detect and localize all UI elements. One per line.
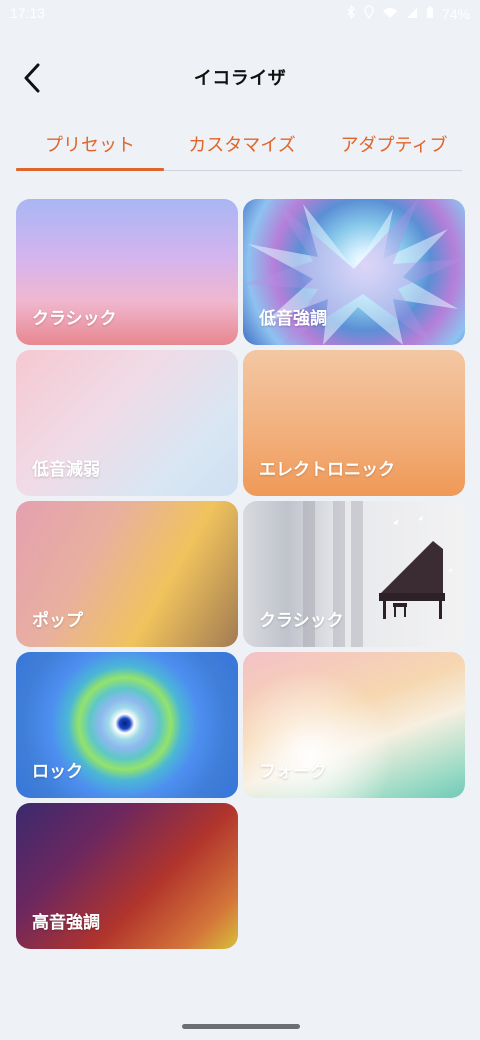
preset-card-bass-reduce[interactable]: 低音減弱 [16, 350, 238, 496]
preset-card-electronic[interactable]: エレクトロニック [243, 350, 465, 496]
tab-customize[interactable]: カスタマイズ [168, 120, 316, 168]
preset-label: クラシック [32, 309, 117, 329]
preset-label: 低音強調 [259, 309, 327, 329]
preset-label: フォーク [259, 762, 327, 782]
location-icon [364, 5, 374, 22]
preset-label: ポップ [32, 611, 83, 631]
preset-label: エレクトロニック [259, 460, 395, 480]
preset-label: クラシック [259, 611, 344, 631]
signal-icon [406, 6, 418, 22]
tab-adaptive[interactable]: アダプティブ [320, 120, 468, 168]
header: イコライザ [0, 44, 480, 110]
preset-card-treble-boost[interactable]: 高音強調 [16, 803, 238, 949]
preset-card-classical-piano[interactable]: クラシック [243, 501, 465, 647]
status-bar: 17:13 74% [0, 0, 480, 28]
wifi-icon [382, 6, 398, 22]
tab-selected-indicator [16, 168, 164, 171]
battery-percent: 74% [441, 5, 470, 22]
bluetooth-icon [346, 4, 356, 22]
preset-card-classic[interactable]: クラシック [16, 199, 238, 345]
preset-label: 高音強調 [32, 913, 100, 933]
preset-label: ロック [32, 762, 83, 782]
page-title: イコライザ [193, 68, 287, 89]
battery-icon [426, 6, 434, 22]
preset-card-rock[interactable]: ロック [16, 652, 238, 798]
preset-card-pop[interactable]: ポップ [16, 501, 238, 647]
home-indicator[interactable] [182, 1024, 300, 1029]
preset-card-bass-boost[interactable]: 低音強調 [243, 199, 465, 345]
preset-label: 低音減弱 [32, 460, 100, 480]
status-time: 17:13 [10, 5, 46, 21]
tab-bar: プリセット カスタマイズ アダプティブ [16, 120, 464, 172]
tab-presets[interactable]: プリセット [16, 120, 164, 168]
preset-card-folk[interactable]: フォーク [243, 652, 465, 798]
status-icons: 74% [346, 4, 470, 22]
